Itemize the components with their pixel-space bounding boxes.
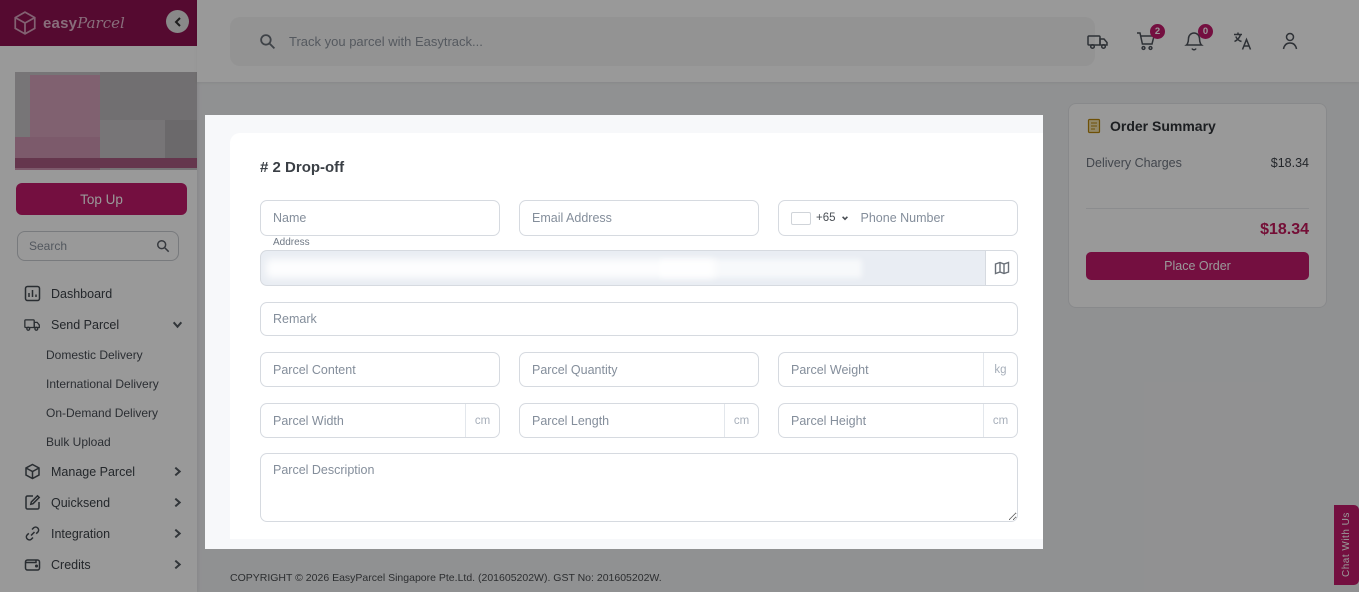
drop-off-modal: # 2 Drop-off +65 Address xyxy=(205,115,1043,549)
parcel-length-field: cm xyxy=(519,403,759,438)
name-input[interactable] xyxy=(261,201,499,235)
weight-unit-label: kg xyxy=(983,353,1017,386)
modal-title: # 2 Drop-off xyxy=(260,159,345,176)
address-label: Address xyxy=(270,237,313,248)
parcel-width-input[interactable] xyxy=(261,404,465,437)
map-icon xyxy=(994,261,1009,275)
phone-field: +65 xyxy=(778,200,1018,236)
parcel-quantity-input[interactable] xyxy=(520,353,758,386)
phone-country-selector[interactable]: +65 xyxy=(779,211,849,225)
name-field xyxy=(260,200,500,236)
email-input[interactable] xyxy=(520,201,758,235)
redacted-address-value xyxy=(659,259,862,278)
remark-field xyxy=(260,302,1018,336)
parcel-width-field: cm xyxy=(260,403,500,438)
dimension-unit-label: cm xyxy=(983,404,1017,437)
remark-input[interactable] xyxy=(261,303,1017,335)
phone-input[interactable] xyxy=(848,201,1017,235)
parcel-height-field: cm xyxy=(778,403,1018,438)
parcel-weight-input[interactable] xyxy=(779,353,983,386)
address-input[interactable] xyxy=(260,250,985,286)
parcel-weight-field: kg xyxy=(778,352,1018,387)
dimension-unit-label: cm xyxy=(465,404,499,437)
drop-off-form-card: # 2 Drop-off +65 Address xyxy=(230,133,1043,539)
parcel-description-textarea[interactable] xyxy=(260,453,1018,522)
address-row: Address xyxy=(260,237,1018,286)
redacted-address-value xyxy=(266,259,715,278)
parcel-height-input[interactable] xyxy=(779,404,983,437)
parcel-content-field xyxy=(260,352,500,387)
email-field xyxy=(519,200,759,236)
parcel-content-input[interactable] xyxy=(261,353,499,386)
caret-down-icon xyxy=(841,216,848,221)
map-picker-button[interactable] xyxy=(985,250,1018,286)
parcel-quantity-field xyxy=(519,352,759,387)
parcel-length-input[interactable] xyxy=(520,404,724,437)
dimension-unit-label: cm xyxy=(724,404,758,437)
phone-prefix: +65 xyxy=(816,212,836,224)
singapore-flag-icon xyxy=(791,211,811,225)
